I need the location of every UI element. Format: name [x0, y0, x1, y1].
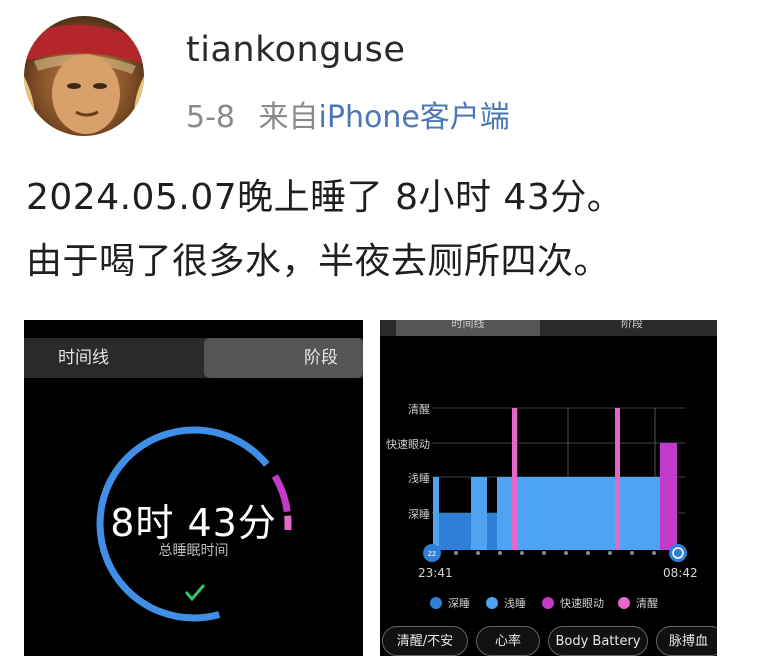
avatar[interactable] [24, 16, 144, 136]
total-sleep-label: 总睡眠时间 [158, 543, 229, 559]
attached-image-1[interactable]: 时间线 阶段 8时 43分 总睡眠时间 [24, 320, 363, 656]
tab-timeline[interactable]: 时间线 [24, 338, 204, 378]
post-text-line-1: 2024.05.07晚上睡了 8小时 43分。 [26, 177, 624, 218]
avatar-image [24, 16, 144, 136]
legend-light-dot [486, 597, 498, 609]
total-sleep-time: 8时 43分 [110, 501, 277, 545]
post-text-line-2: 由于喝了很多水，半夜去厕所四次。 [26, 241, 611, 282]
legend-rem: 快速眼动 [542, 595, 604, 611]
svg-text:zz: zz [428, 549, 436, 558]
sleep-start-time: 23:41 [418, 566, 453, 580]
post-meta: 5-8 来自iPhone客户端 [186, 92, 510, 136]
sleep-end-time: 08:42 [663, 566, 698, 580]
legend-awake: 清醒 [618, 595, 658, 611]
attached-image-2[interactable]: 时间线 阶段 清醒 快速眼动 浅睡 深睡 zz 23:41 08:42 深睡 浅… [380, 320, 717, 656]
tab-stages[interactable]: 阶段 [204, 338, 363, 378]
legend-awake-dot [618, 597, 630, 609]
sleep-start-icon: zz [423, 544, 441, 562]
chip-pulse-ox[interactable]: 脉搏血 [656, 626, 717, 656]
legend-deep: 深睡 [430, 595, 470, 611]
wake-end-icon [669, 544, 687, 562]
check-icon [184, 584, 206, 602]
chip-awake-restless[interactable]: 清醒/不安 [382, 626, 468, 656]
chip-heart-rate[interactable]: 心率 [476, 626, 540, 656]
sleep-stage-chart: zz [423, 407, 687, 562]
post-source[interactable]: iPhone客户端 [319, 100, 510, 135]
legend-deep-dot [430, 597, 442, 609]
username[interactable]: tiankonguse [186, 30, 405, 70]
tab-bar: 时间线 阶段 [24, 338, 363, 378]
legend-rem-dot [542, 597, 554, 609]
from-label: 来自 [258, 100, 319, 135]
chip-body-battery[interactable]: Body Battery [548, 626, 648, 656]
legend-light: 浅睡 [486, 595, 526, 611]
post-date: 5-8 [186, 100, 235, 135]
